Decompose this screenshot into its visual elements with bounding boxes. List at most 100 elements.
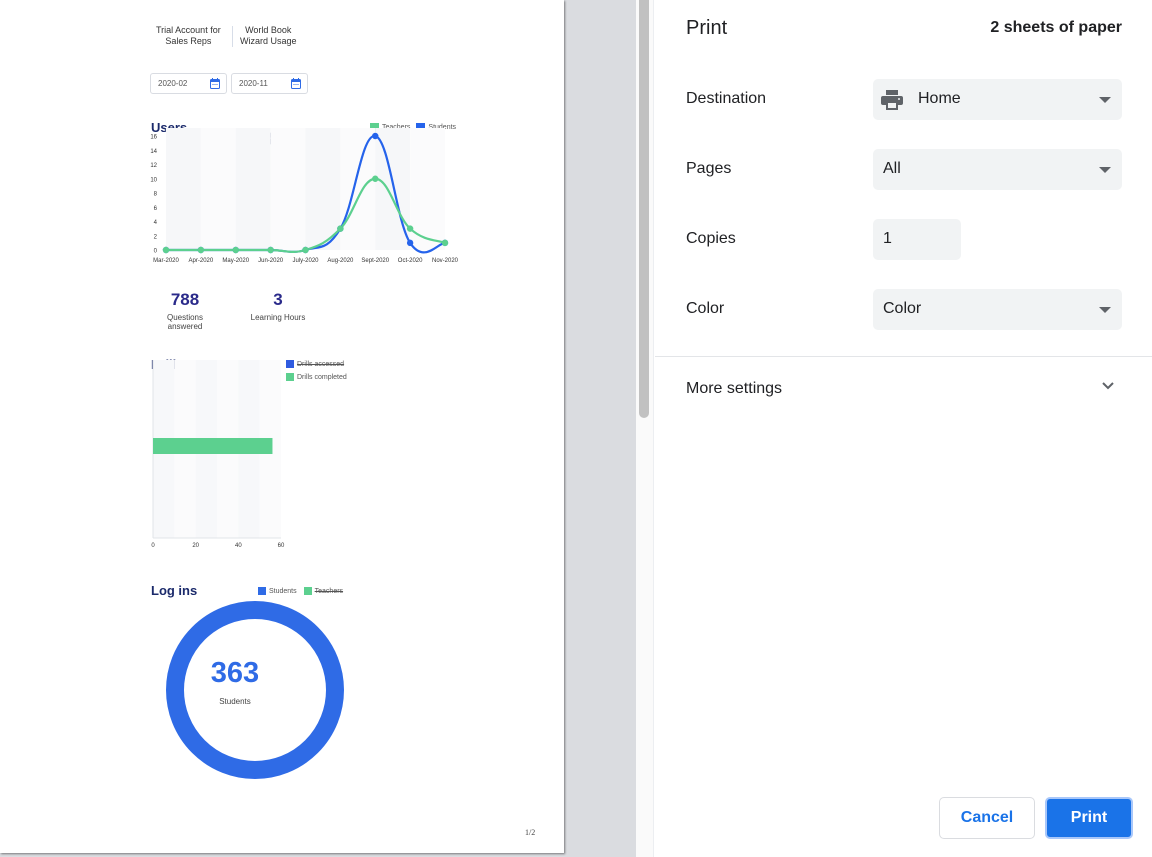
y-tick-label: 14 <box>150 149 157 155</box>
data-point-students <box>372 132 379 140</box>
more-settings-toggle[interactable]: More settings <box>655 358 1152 418</box>
grid-band <box>235 128 271 250</box>
x-tick-label: 20 <box>192 543 199 549</box>
y-tick-label: 12 <box>150 163 157 169</box>
destination-value: Home <box>918 90 961 107</box>
legend-swatch-students <box>258 587 266 595</box>
data-point-teachers <box>302 246 309 254</box>
y-tick-label: 16 <box>150 135 157 141</box>
legend-label-accessed: Drills accessed <box>297 360 345 368</box>
drills-legend-completed: Drills completed <box>286 373 347 381</box>
legend-label-teachers: Teachers <box>314 587 344 595</box>
date-from-field: 2020-02 <box>150 73 227 94</box>
users-line-chart: 0 2 4 6 8 10 12 14 16 Mar-2020 Apr-2020 May-2020 Jun… <box>150 128 459 264</box>
stat-value-questions: 788 <box>170 290 200 309</box>
print-settings-panel: Print 2 sheets of paper Destination Home… <box>655 0 1152 857</box>
calendar-icon <box>210 78 220 89</box>
report-title-line-1: World Book <box>245 25 292 35</box>
color-value: Color <box>883 300 922 317</box>
color-select[interactable]: Color <box>873 289 1122 330</box>
panel-title: Print <box>686 17 728 39</box>
data-point-teachers <box>441 239 449 247</box>
data-point-students <box>406 239 414 247</box>
y-tick-label: 2 <box>154 234 158 240</box>
date-to-field: 2020-11 <box>231 73 308 94</box>
legend-label-completed: Drills completed <box>297 373 347 381</box>
cancel-button[interactable]: Cancel <box>939 797 1035 839</box>
print-preview-area: Trial Account for Sales Reps World Book … <box>0 0 636 857</box>
grid-band <box>166 128 201 250</box>
drills-bar-chart: 0 20 40 60 <box>151 360 285 549</box>
data-point-teachers <box>162 246 170 254</box>
stat-label-hours: Learning Hours <box>250 313 306 322</box>
stat-label-questions: Questions answered <box>155 313 215 331</box>
stat-label-line-1: Questions <box>166 313 204 322</box>
logins-center-value: 363 <box>210 657 260 689</box>
y-tick-label: 6 <box>154 206 158 212</box>
account-line-1: Trial Account for <box>156 25 221 35</box>
data-point-teachers <box>232 246 239 254</box>
data-point-teachers <box>406 225 414 232</box>
page-number: 1/2 <box>525 828 536 837</box>
pages-select[interactable]: All <box>873 149 1122 190</box>
data-point-teachers <box>197 246 205 254</box>
x-tick-label: Oct-2020 <box>398 258 423 264</box>
sheet-count: 2 sheets of paper <box>990 19 1122 36</box>
pages-value: All <box>883 160 901 177</box>
report-title-line-2: Wizard Usage <box>240 36 297 46</box>
copies-input[interactable]: 1 <box>873 219 961 260</box>
chevron-down-icon <box>1102 382 1114 390</box>
logins-donut-chart <box>166 601 344 779</box>
data-point-teachers <box>372 175 379 182</box>
preview-page: Trial Account for Sales Reps World Book … <box>0 0 564 853</box>
y-tick-label: 8 <box>154 192 158 198</box>
stat-value-hours: 3 <box>273 290 283 309</box>
y-tick-label: 0 <box>154 249 158 255</box>
x-tick-label: Mar-2020 <box>153 258 179 264</box>
x-tick-label: 0 <box>151 543 155 549</box>
settings-divider <box>655 356 1152 357</box>
date-from-value: 2020-02 <box>158 79 188 88</box>
grid-band <box>200 128 236 250</box>
bar-drills-completed <box>153 438 273 454</box>
dropdown-arrow-icon <box>1099 307 1111 313</box>
grid-band <box>270 128 306 250</box>
preview-scrollbar[interactable] <box>636 0 654 857</box>
account-line-2: Sales Reps <box>165 36 212 46</box>
legend-swatch-teachers <box>303 587 312 595</box>
dropdown-arrow-icon <box>1099 97 1111 103</box>
grid-band <box>340 128 376 250</box>
account-name: Trial Account for Sales Reps <box>156 25 221 47</box>
x-tick-label: July-2020 <box>292 258 319 264</box>
copies-label: Copies <box>686 230 736 247</box>
x-tick-label: Jun-2020 <box>258 258 284 264</box>
legend-label-students: Students <box>269 587 297 595</box>
more-settings-label: More settings <box>686 380 783 397</box>
data-point-teachers <box>267 246 274 254</box>
color-label: Color <box>686 300 725 317</box>
scrollbar-thumb[interactable] <box>639 0 649 418</box>
print-button[interactable]: Print <box>1045 797 1133 839</box>
data-point-teachers <box>337 225 344 232</box>
destination-label: Destination <box>686 90 767 107</box>
logins-center-label: Students <box>219 697 251 706</box>
printer-icon <box>881 90 903 110</box>
donut-slice-students <box>166 601 344 779</box>
x-tick-label: Apr-2020 <box>189 258 214 264</box>
x-tick-label: 40 <box>235 543 242 549</box>
header-divider <box>232 26 233 47</box>
x-tick-label: Aug-2020 <box>327 258 354 264</box>
destination-select[interactable]: Home <box>873 79 1122 120</box>
x-tick-label: Sept-2020 <box>361 258 389 264</box>
y-tick-label: 10 <box>150 177 157 183</box>
report-title: World Book Wizard Usage <box>240 25 297 47</box>
dropdown-arrow-icon <box>1099 167 1111 173</box>
date-to-value: 2020-11 <box>239 79 268 88</box>
calendar-icon <box>291 78 301 89</box>
x-tick-label: Nov-2020 <box>432 258 459 264</box>
logins-legend: Students Teachers <box>258 587 343 595</box>
x-tick-label: 60 <box>278 543 285 549</box>
stat-label-line-2: answered <box>167 322 203 331</box>
x-tick-label: May-2020 <box>222 258 249 264</box>
grid-band <box>305 128 341 250</box>
